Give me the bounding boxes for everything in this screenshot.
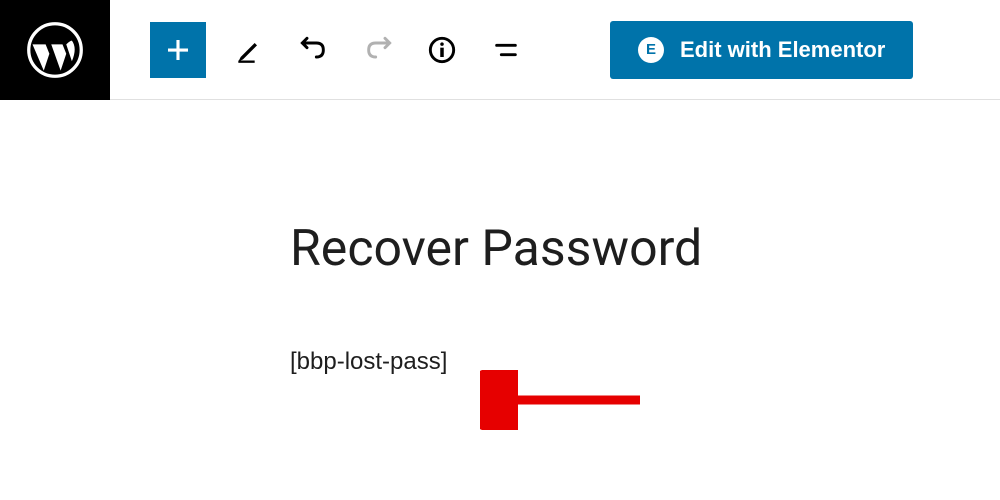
post-body-shortcode[interactable]: [bbp-lost-pass] — [290, 348, 1000, 376]
pencil-icon — [236, 36, 264, 64]
elementor-badge-icon: E — [638, 37, 664, 63]
editor-content: Recover Password [bbp-lost-pass] — [0, 100, 1000, 376]
wordpress-logo[interactable] — [0, 0, 110, 100]
edit-elementor-button[interactable]: E Edit with Elementor — [610, 21, 913, 79]
info-button[interactable] — [422, 30, 462, 70]
annotation-arrow — [480, 370, 660, 430]
editor-toolbar: E Edit with Elementor — [0, 0, 1000, 100]
plus-icon — [163, 35, 193, 65]
outline-button[interactable] — [486, 30, 526, 70]
post-title[interactable]: Recover Password — [290, 220, 1000, 278]
undo-icon — [300, 36, 328, 64]
add-block-button[interactable] — [150, 22, 206, 78]
wordpress-logo-icon — [25, 20, 85, 80]
redo-button[interactable] — [358, 30, 398, 70]
elementor-button-label: Edit with Elementor — [680, 37, 885, 63]
info-icon — [428, 36, 456, 64]
redo-icon — [364, 36, 392, 64]
list-icon — [492, 36, 520, 64]
undo-button[interactable] — [294, 30, 334, 70]
edit-tool[interactable] — [230, 30, 270, 70]
toolbar-tools: E Edit with Elementor — [110, 21, 913, 79]
